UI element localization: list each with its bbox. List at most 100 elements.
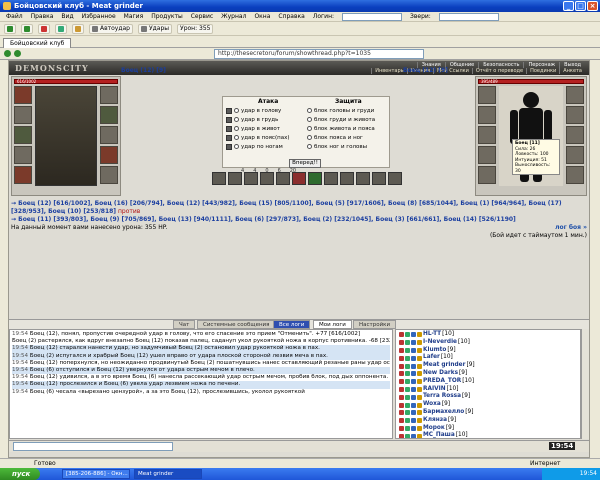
weapon-slot[interactable] bbox=[14, 166, 32, 184]
weapon-slot[interactable] bbox=[478, 166, 496, 184]
player-item[interactable]: Meat grinder [9] bbox=[399, 362, 577, 370]
tab-chat[interactable]: Чат bbox=[173, 320, 196, 329]
block-stomach-groin-option[interactable]: блок живота и пояса bbox=[307, 124, 389, 133]
gloves-slot[interactable] bbox=[566, 106, 584, 124]
player-name[interactable]: PREDA_TOR bbox=[423, 378, 461, 386]
skill-icon[interactable] bbox=[292, 172, 306, 185]
skill-icon[interactable] bbox=[260, 172, 274, 185]
player-item[interactable]: MC_Паша [10] bbox=[399, 432, 577, 438]
menu-edit[interactable]: Правка bbox=[31, 13, 54, 20]
boots-slot[interactable] bbox=[100, 146, 118, 164]
player-name[interactable]: Klumto bbox=[423, 347, 446, 355]
task-button-2[interactable]: Meat grinder bbox=[134, 469, 202, 479]
menu-transfer-report[interactable]: Отчёт о переводе bbox=[471, 68, 526, 74]
refresh-button[interactable] bbox=[55, 24, 67, 34]
player-name[interactable]: HL-TT bbox=[423, 331, 441, 339]
ring-slot[interactable] bbox=[566, 166, 584, 184]
skill-icon[interactable] bbox=[212, 172, 226, 185]
attack-groin-option[interactable]: удар в пояс(пах) bbox=[226, 133, 306, 142]
bracer-slot[interactable] bbox=[100, 86, 118, 104]
player-name[interactable]: Woxa bbox=[423, 401, 441, 409]
back-button[interactable] bbox=[4, 24, 16, 34]
block-groin-legs-option[interactable]: блок пояса и ног bbox=[307, 133, 389, 142]
login-input[interactable] bbox=[342, 12, 403, 21]
ring-slot[interactable] bbox=[100, 166, 118, 184]
player-item[interactable]: Бармахелло [9] bbox=[399, 409, 577, 417]
block-head-chest-option[interactable]: блок головы и груди bbox=[307, 106, 389, 115]
address-input[interactable]: http://thesecretoru/forum/showthread.php… bbox=[214, 49, 424, 59]
forward-button[interactable] bbox=[21, 24, 33, 34]
player-item[interactable]: Terra Rossa [9] bbox=[399, 393, 577, 401]
attack-legs-option[interactable]: удар по ногам bbox=[226, 142, 306, 151]
tab-all-logs[interactable]: Все логи bbox=[273, 320, 311, 329]
chat-input[interactable] bbox=[13, 442, 173, 451]
player-item[interactable]: Lafer [10] bbox=[399, 354, 577, 362]
close-button[interactable]: × bbox=[587, 1, 598, 11]
fight-log-link[interactable]: лог боя » bbox=[555, 224, 587, 232]
go-button[interactable]: Вперед!! bbox=[289, 159, 321, 168]
radio-icon[interactable] bbox=[234, 108, 239, 113]
skill-icon[interactable] bbox=[388, 172, 402, 185]
helmet-slot[interactable] bbox=[14, 86, 32, 104]
attack-chest-option[interactable]: удар в грудь bbox=[226, 115, 306, 124]
player-item[interactable]: New Darks [9] bbox=[399, 370, 577, 378]
player-name[interactable]: Meat grinder bbox=[423, 362, 465, 370]
autoattack-button[interactable]: Автоудар bbox=[89, 24, 133, 34]
belt-slot[interactable] bbox=[478, 146, 496, 164]
player-name[interactable]: New Darks bbox=[423, 370, 458, 378]
boots-slot[interactable] bbox=[566, 146, 584, 164]
skill-icon[interactable] bbox=[228, 172, 242, 185]
attack-head-option[interactable]: удар в голову bbox=[226, 106, 306, 115]
start-button[interactable]: пуск bbox=[0, 468, 40, 480]
player-item[interactable]: Woxa [9] bbox=[399, 401, 577, 409]
menu-service[interactable]: Сервис bbox=[191, 13, 213, 20]
skill-icon[interactable] bbox=[340, 172, 354, 185]
right-fighter-name[interactable]: Боец (12) [9] bbox=[403, 67, 448, 74]
menu-profile[interactable]: Анкета bbox=[559, 68, 585, 74]
amulet-slot[interactable] bbox=[14, 106, 32, 124]
skill-icon[interactable] bbox=[372, 172, 386, 185]
block-chest-stomach-option[interactable]: блок груди и живота bbox=[307, 115, 389, 124]
radio-icon[interactable] bbox=[234, 135, 239, 140]
amulet-slot[interactable] bbox=[478, 106, 496, 124]
home-button[interactable] bbox=[72, 24, 84, 34]
bracer-slot[interactable] bbox=[566, 86, 584, 104]
team1-text[interactable]: → Боец (12) [616/1002], Боец (16) [206/7… bbox=[11, 200, 562, 215]
menu-view[interactable]: Вид bbox=[61, 13, 73, 20]
shield-slot[interactable] bbox=[100, 126, 118, 144]
menu-favorites[interactable]: Избранное bbox=[82, 13, 116, 20]
menu-magic[interactable]: Магия bbox=[124, 13, 144, 20]
player-name[interactable]: RAIVIN bbox=[423, 386, 446, 394]
tab-system[interactable]: Системные сообщения bbox=[197, 320, 276, 329]
radio-icon[interactable] bbox=[307, 126, 312, 131]
tab-settings[interactable]: Настройки bbox=[353, 320, 397, 329]
radio-icon[interactable] bbox=[307, 144, 312, 149]
player-name[interactable]: Морок bbox=[423, 425, 445, 433]
menu-windows[interactable]: Окна bbox=[254, 13, 270, 20]
player-item[interactable]: HL-TT [10] bbox=[399, 331, 577, 339]
task-button-1[interactable]: [385-206-886] - Окн... bbox=[62, 469, 130, 479]
stop-button[interactable] bbox=[38, 24, 50, 34]
skill-icon[interactable] bbox=[244, 172, 258, 185]
player-item[interactable]: Klumto [9] bbox=[399, 347, 577, 355]
belt-slot[interactable] bbox=[14, 146, 32, 164]
player-item[interactable]: RAIVIN [10] bbox=[399, 386, 577, 394]
skill-icon[interactable] bbox=[356, 172, 370, 185]
players-scrollbar[interactable] bbox=[581, 329, 589, 439]
radio-icon[interactable] bbox=[234, 126, 239, 131]
radio-icon[interactable] bbox=[234, 117, 239, 122]
player-item[interactable]: I-Neverdie [10] bbox=[399, 339, 577, 347]
menu-help[interactable]: Справка bbox=[278, 13, 304, 20]
player-name[interactable]: I-Neverdie bbox=[423, 339, 457, 347]
armor-slot[interactable] bbox=[478, 126, 496, 144]
skill-icon[interactable] bbox=[308, 172, 322, 185]
player-name[interactable]: Бармахелло bbox=[423, 409, 464, 417]
gloves-slot[interactable] bbox=[100, 106, 118, 124]
player-name[interactable]: Terra Rossa bbox=[423, 393, 461, 401]
armor-slot[interactable] bbox=[14, 126, 32, 144]
attack-stomach-option[interactable]: удар в живот bbox=[226, 124, 306, 133]
minimize-button[interactable]: _ bbox=[563, 1, 574, 11]
left-fighter-name[interactable]: Боец (12) [9] bbox=[121, 67, 166, 74]
skill-icon[interactable] bbox=[276, 172, 290, 185]
radio-icon[interactable] bbox=[307, 108, 312, 113]
